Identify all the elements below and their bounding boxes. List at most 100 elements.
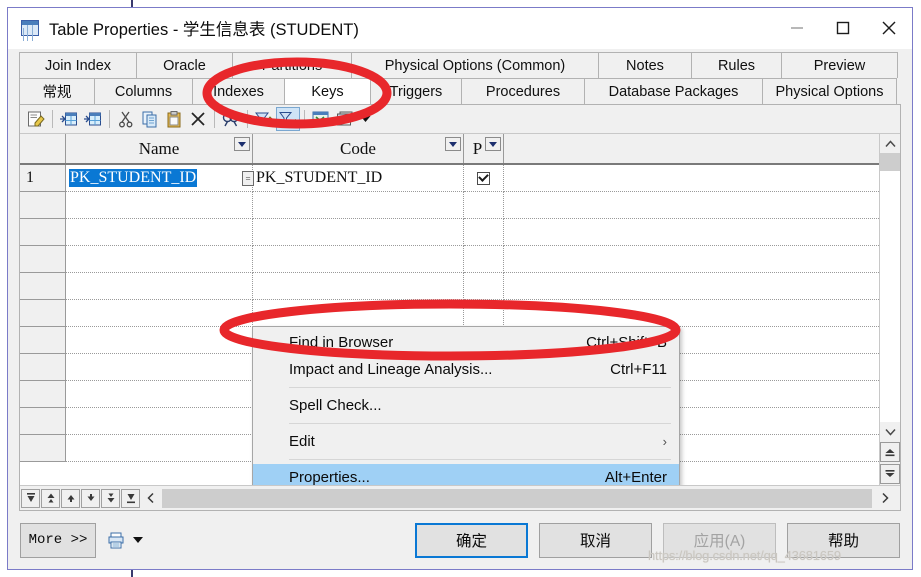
cell-name[interactable]	[66, 246, 253, 273]
page-down-icon[interactable]	[101, 488, 120, 508]
print-icon[interactable]	[108, 532, 124, 549]
scroll-right-icon[interactable]	[872, 488, 898, 508]
tab-columns[interactable]: Columns	[94, 78, 193, 104]
cell-code[interactable]	[253, 192, 464, 219]
cell-name[interactable]	[66, 381, 253, 408]
scroll-top-icon[interactable]	[880, 442, 900, 462]
cell-primary[interactable]	[464, 165, 504, 192]
column-header-code[interactable]: Code	[253, 134, 464, 163]
delete-icon[interactable]	[186, 107, 210, 131]
name-sort-button[interactable]	[234, 137, 250, 151]
row-number	[20, 354, 66, 381]
tab-general[interactable]: 常规	[19, 78, 95, 104]
row-number	[20, 273, 66, 300]
cell-name[interactable]	[66, 435, 253, 462]
column-header-p[interactable]: P	[464, 134, 504, 163]
apply-filter-icon[interactable]	[276, 107, 300, 131]
menu-item-edit[interactable]: Edit ›	[253, 428, 679, 455]
column-header-name[interactable]: Name	[66, 134, 253, 163]
menu-item-label: Edit	[289, 433, 315, 450]
table-row[interactable]	[20, 300, 879, 327]
tab-keys[interactable]: Keys	[284, 78, 371, 104]
chevron-down-icon[interactable]	[357, 107, 373, 131]
scroll-track[interactable]	[880, 153, 900, 422]
first-row-icon[interactable]	[21, 488, 40, 508]
vertical-scrollbar[interactable]	[879, 134, 900, 485]
tab-preview[interactable]: Preview	[781, 52, 898, 78]
ok-button[interactable]: 确定	[415, 522, 528, 558]
cell-name[interactable]	[66, 300, 253, 327]
primary-checkbox[interactable]	[477, 171, 490, 185]
cell-code[interactable]	[253, 273, 464, 300]
tab-indexes[interactable]: Indexes	[192, 78, 285, 104]
scroll-up-icon[interactable]	[880, 134, 900, 153]
define-filter-icon[interactable]	[252, 107, 276, 131]
find-icon[interactable]	[219, 107, 243, 131]
tab-physical-options-common[interactable]: Physical Options (Common)	[351, 52, 599, 78]
table-row[interactable]	[20, 192, 879, 219]
menu-item-properties[interactable]: Properties... Alt+Enter	[253, 464, 679, 485]
cell-code[interactable]: = PK_STUDENT_ID	[242, 165, 464, 192]
cell-primary[interactable]	[464, 192, 504, 219]
scroll-left-icon[interactable]	[141, 489, 160, 508]
maximize-icon[interactable]	[820, 8, 866, 48]
horizontal-scrollbar[interactable]	[162, 488, 898, 508]
add-row-icon[interactable]	[81, 107, 105, 131]
next-row-icon[interactable]	[81, 488, 100, 508]
scroll-down-icon[interactable]	[880, 422, 900, 441]
cell-code[interactable]	[253, 300, 464, 327]
more-button[interactable]: More >>	[20, 522, 96, 558]
menu-item-spell-check[interactable]: Spell Check...	[253, 392, 679, 419]
prev-row-icon[interactable]	[61, 488, 80, 508]
cut-icon[interactable]	[114, 107, 138, 131]
close-icon[interactable]	[866, 8, 912, 48]
cell-primary[interactable]	[464, 219, 504, 246]
tab-physical-options[interactable]: Physical Options	[762, 78, 897, 104]
table-row[interactable]	[20, 273, 879, 300]
tab-rules[interactable]: Rules	[691, 52, 782, 78]
cell-name[interactable]	[66, 354, 253, 381]
table-row[interactable]	[20, 246, 879, 273]
cell-code[interactable]	[253, 219, 464, 246]
tab-database-packages[interactable]: Database Packages	[584, 78, 763, 104]
insert-row-icon[interactable]	[57, 107, 81, 131]
scroll-thumb[interactable]	[880, 153, 900, 171]
tab-partitions[interactable]: Partitions	[232, 52, 352, 78]
table-row[interactable]	[20, 219, 879, 246]
paste-icon[interactable]	[162, 107, 186, 131]
tab-procedures[interactable]: Procedures	[461, 78, 585, 104]
tab-triggers[interactable]: Triggers	[370, 78, 462, 104]
copy-icon[interactable]	[138, 107, 162, 131]
tab-strip: Join Index Oracle Partitions Physical Op…	[8, 49, 912, 104]
cell-name[interactable]	[66, 219, 253, 246]
table-row[interactable]: 1 PK_STUDENT_ID = PK_STUDENT_ID	[20, 165, 879, 192]
cell-primary[interactable]	[464, 300, 504, 327]
scroll-bottom-icon[interactable]	[880, 464, 900, 484]
last-row-icon[interactable]	[121, 488, 140, 508]
cell-primary[interactable]	[464, 246, 504, 273]
menu-separator	[289, 387, 671, 388]
print-options-chevron-down-icon[interactable]	[133, 537, 143, 543]
grid-toolbar	[20, 105, 900, 134]
minimize-icon[interactable]	[774, 8, 820, 48]
cancel-button[interactable]: 取消	[539, 522, 652, 558]
menu-item-accelerator: Ctrl+Shift+B	[586, 334, 667, 351]
menu-item-impact-lineage-analysis[interactable]: Impact and Lineage Analysis... Ctrl+F11	[253, 356, 679, 383]
page-up-icon[interactable]	[41, 488, 60, 508]
cell-name[interactable]	[66, 273, 253, 300]
tab-join-index[interactable]: Join Index	[19, 52, 137, 78]
cell-name[interactable]	[66, 408, 253, 435]
menu-item-find-in-browser[interactable]: Find in Browser Ctrl+Shift+B	[253, 329, 679, 356]
cell-name[interactable]	[66, 327, 253, 354]
cell-name[interactable]: PK_STUDENT_ID	[66, 165, 253, 192]
code-sort-button[interactable]	[445, 137, 461, 151]
cell-primary[interactable]	[464, 273, 504, 300]
customize-columns-icon[interactable]	[333, 107, 357, 131]
tab-notes[interactable]: Notes	[598, 52, 692, 78]
cell-code[interactable]	[253, 246, 464, 273]
export-excel-icon[interactable]	[309, 107, 333, 131]
properties-icon[interactable]	[24, 107, 48, 131]
cell-name[interactable]	[66, 192, 253, 219]
tab-oracle[interactable]: Oracle	[136, 52, 233, 78]
p-sort-button[interactable]	[485, 137, 501, 151]
